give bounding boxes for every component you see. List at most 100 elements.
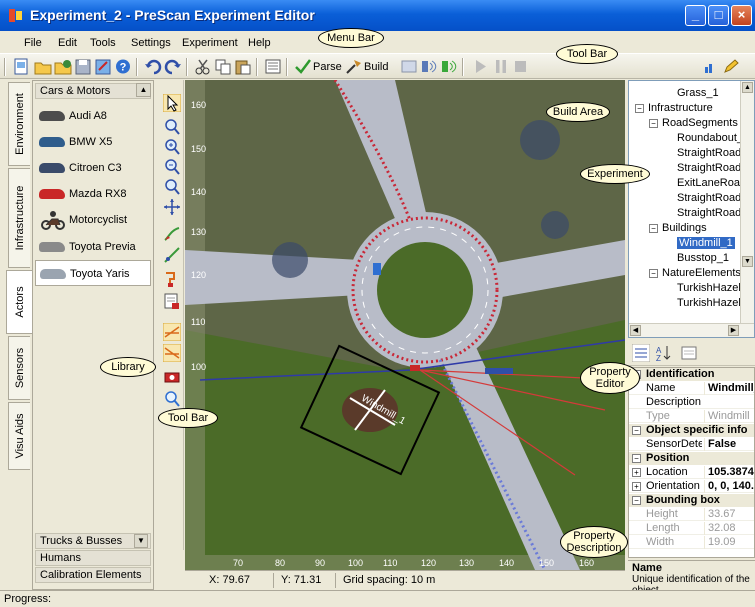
scroll-right-arrow-icon[interactable]: ▶ — [728, 325, 739, 336]
help-icon[interactable]: ? — [114, 58, 132, 75]
redo-icon[interactable] — [164, 58, 182, 75]
pan-icon[interactable] — [163, 198, 181, 216]
menu-help[interactable]: Help — [248, 37, 271, 49]
scroll-down-arrow-icon[interactable]: ▼ — [742, 256, 753, 267]
select-pointer-icon[interactable] — [163, 94, 181, 112]
edit-icon[interactable] — [722, 58, 740, 75]
tree-collapse-icon[interactable]: − — [649, 224, 658, 233]
library-category-calibration[interactable]: Calibration Elements — [35, 567, 151, 583]
library-item-mazda-rx8[interactable]: Mazda RX8 — [35, 181, 151, 207]
library-item-motorcyclist[interactable]: Motorcyclist — [35, 207, 151, 233]
tree-collapse-icon[interactable]: − — [649, 119, 658, 128]
menu-file[interactable]: File — [24, 37, 42, 49]
tab-sensors[interactable]: Sensors — [8, 336, 30, 400]
library-item-citroen-c3[interactable]: Citroen C3 — [35, 155, 151, 181]
tree-node[interactable]: Roundabout_1 — [677, 132, 749, 144]
prop-location-value[interactable]: 105.3874, 8 — [704, 466, 754, 479]
prop-category-object-specific[interactable]: − Object specific info — [629, 424, 754, 437]
speed-profile-alt-icon[interactable] — [163, 344, 181, 362]
path-edit-icon[interactable] — [163, 246, 181, 264]
library-item-bmw-x5[interactable]: BMW X5 — [35, 129, 151, 155]
categorized-icon[interactable] — [632, 344, 650, 362]
prop-name-value[interactable]: Windmill_1 — [704, 382, 754, 395]
prop-row-description[interactable]: Description — [629, 396, 754, 409]
property-pages-icon[interactable] — [680, 344, 698, 362]
expand-icon[interactable]: + — [632, 482, 641, 491]
build-area[interactable]: Windmill_1 160 150 140 130 120 110 100 7… — [185, 80, 625, 570]
tree-collapse-icon[interactable]: − — [649, 269, 658, 278]
undo-icon[interactable] — [144, 58, 162, 75]
sensor-green-icon[interactable] — [440, 58, 458, 75]
collapse-icon[interactable]: − — [632, 454, 641, 463]
tree-vertical-scrollbar[interactable]: ▲ ▼ — [740, 81, 754, 325]
close-button[interactable]: × — [731, 5, 752, 26]
zoom-out-icon[interactable] — [163, 158, 181, 176]
tab-environment[interactable]: Environment — [8, 82, 30, 166]
tree-horizontal-scrollbar[interactable]: ◀ ▶ — [629, 323, 754, 337]
prop-category-position[interactable]: − Position — [629, 452, 754, 465]
tree-node[interactable]: Busstop_1 — [677, 252, 729, 264]
tab-actors[interactable]: Actors — [6, 270, 32, 334]
properties-icon[interactable] — [264, 58, 282, 75]
maximize-button[interactable]: □ — [708, 5, 729, 26]
trajectory-icon[interactable] — [163, 292, 181, 310]
path-tool-icon[interactable] — [163, 225, 181, 243]
zoom-plus-icon[interactable] — [163, 138, 181, 156]
prop-row-sensor-detectable[interactable]: SensorDetectableFalse — [629, 438, 754, 451]
tree-node[interactable]: Buildings — [662, 222, 707, 234]
pause-icon[interactable] — [492, 58, 510, 75]
busstop-object[interactable] — [485, 368, 513, 374]
camera-icon[interactable] — [163, 368, 181, 386]
save-icon[interactable] — [74, 58, 92, 75]
library-scroll-up-button[interactable]: ▲ — [136, 83, 151, 97]
library-item-toyota-yaris[interactable]: Toyota Yaris — [35, 260, 151, 286]
parse-button[interactable]: Parse — [313, 61, 342, 73]
build-area-canvas[interactable]: Windmill_1 160 150 140 130 120 110 100 7… — [185, 80, 625, 570]
library-scroll-down-button[interactable]: ▼ — [134, 534, 148, 548]
library-category-header[interactable]: Cars & Motors — [35, 83, 151, 99]
open-icon[interactable] — [34, 58, 52, 75]
prop-row-orientation[interactable]: + Orientation 0, 0, 140.79 — [629, 480, 754, 493]
menu-tools[interactable]: Tools — [90, 37, 116, 49]
build-button[interactable]: Build — [364, 61, 388, 73]
prop-orientation-value[interactable]: 0, 0, 140.79 — [704, 480, 754, 493]
tab-infrastructure[interactable]: Infrastructure — [8, 168, 30, 268]
tab-visu-aids[interactable]: Visu Aids — [8, 402, 30, 470]
prop-row-location[interactable]: + Location 105.3874, 8 — [629, 466, 754, 479]
play-icon[interactable] — [472, 58, 490, 75]
run-config-icon[interactable] — [400, 58, 418, 75]
collapse-icon[interactable]: − — [632, 496, 641, 505]
alphabetical-icon[interactable]: AZ — [654, 344, 672, 362]
tree-node[interactable]: Windmill_1 — [677, 237, 735, 249]
vehicle-red[interactable] — [410, 365, 420, 371]
scroll-up-arrow-icon[interactable]: ▲ — [742, 82, 753, 93]
vehicle-blue[interactable] — [373, 263, 381, 275]
experiment-tree[interactable]: Grass_1− Infrastructure − RoadSegments Round… — [628, 80, 755, 338]
tree-node[interactable]: Grass_1 — [677, 87, 719, 99]
menu-experiment[interactable]: Experiment — [182, 37, 238, 49]
tree-node[interactable]: NatureElements — [662, 267, 741, 279]
library-category-trucks[interactable]: Trucks & Busses ▼ — [35, 533, 151, 549]
tree-node[interactable]: RoadSegments — [662, 117, 738, 129]
tree-node[interactable]: Infrastructure — [648, 102, 713, 114]
paste-icon[interactable] — [234, 58, 252, 75]
new-icon[interactable] — [12, 58, 30, 75]
prop-sensor-value[interactable]: False — [704, 438, 754, 451]
search-icon[interactable] — [163, 390, 181, 408]
menu-edit[interactable]: Edit — [58, 37, 77, 49]
zoom-fit-icon[interactable] — [163, 178, 181, 196]
tree-collapse-icon[interactable]: − — [635, 104, 644, 113]
stop-icon[interactable] — [512, 58, 530, 75]
filter-icon[interactable] — [702, 58, 720, 75]
prop-category-bounding-box[interactable]: − Bounding box — [629, 494, 754, 507]
menu-settings[interactable]: Settings — [131, 37, 171, 49]
library-item-toyota-previa[interactable]: Toyota Previa — [35, 234, 151, 260]
build-icon[interactable] — [345, 58, 363, 75]
speed-profile-icon[interactable] — [163, 323, 181, 341]
save-as-icon[interactable] — [94, 58, 112, 75]
parse-icon[interactable] — [294, 58, 312, 75]
prop-row-name[interactable]: Name Windmill_1 — [629, 382, 754, 395]
sensor-icon[interactable] — [420, 58, 438, 75]
open-recent-icon[interactable] — [54, 58, 72, 75]
waypoint-icon[interactable] — [163, 270, 181, 288]
